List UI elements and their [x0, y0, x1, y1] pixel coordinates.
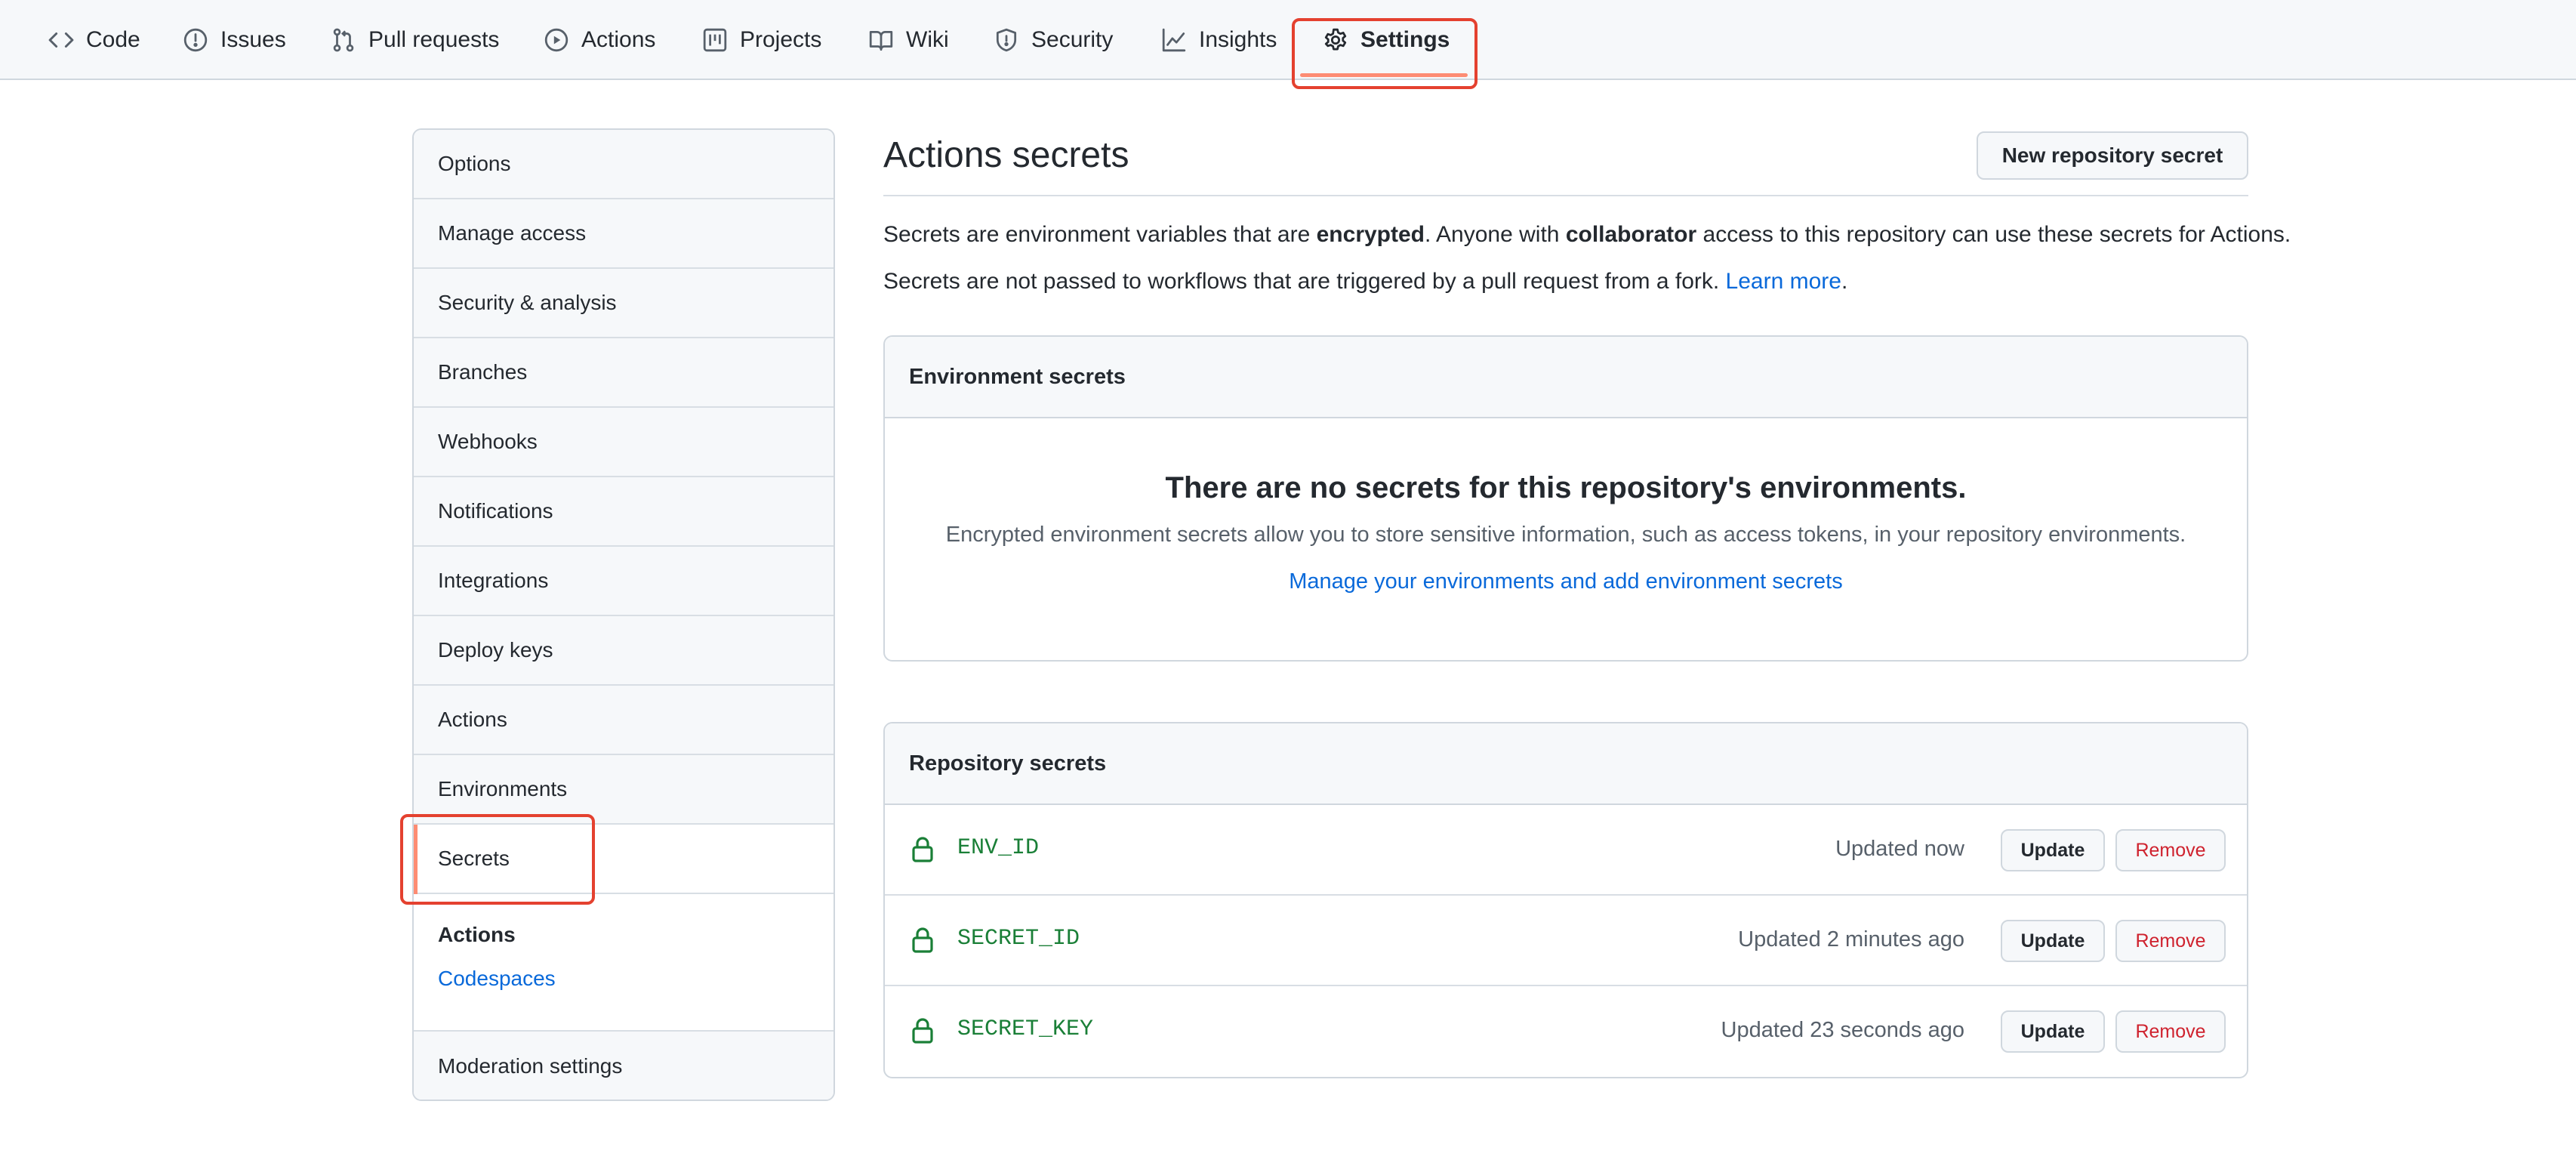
- sidebar-item-label: Actions: [438, 708, 507, 731]
- tab-wiki[interactable]: Wiki: [868, 0, 949, 80]
- code-icon: [48, 27, 74, 53]
- secrets-list: ENV_ID Updated now Update Remove SECRET_…: [885, 805, 2247, 1077]
- desc-bold-collaborator: collaborator: [1565, 222, 1697, 247]
- environment-secrets-box: Environment secrets There are no secrets…: [883, 335, 2248, 662]
- tab-label: Wiki: [906, 27, 949, 52]
- sidebar-item-label: Integrations: [438, 569, 549, 592]
- secret-updated: Updated 23 seconds ago: [1721, 1018, 1964, 1042]
- sidebar-item-integrations[interactable]: Integrations: [414, 547, 834, 616]
- tab-label: Pull requests: [368, 27, 500, 52]
- remove-secret-button[interactable]: Remove: [2115, 920, 2226, 962]
- secret-name: SECRET_ID: [957, 926, 1080, 952]
- secret-updated: Updated now: [1835, 837, 1964, 861]
- secret-row: SECRET_KEY Updated 23 seconds ago Update…: [885, 986, 2247, 1077]
- remove-secret-button[interactable]: Remove: [2115, 1010, 2226, 1053]
- settings-sidebar: Options Manage access Security & analysi…: [412, 128, 835, 1101]
- manage-environments-link[interactable]: Manage your environments and add environ…: [885, 569, 2247, 594]
- sidebar-item-moderation-settings[interactable]: Moderation settings: [414, 1032, 834, 1100]
- remove-secret-button[interactable]: Remove: [2115, 829, 2226, 871]
- sidebar-item-label: Webhooks: [438, 430, 538, 453]
- tab-label: Projects: [740, 27, 822, 52]
- empty-state-text: Encrypted environment secrets allow you …: [945, 523, 2186, 547]
- book-icon: [868, 27, 894, 53]
- sidebar-item-label: Notifications: [438, 499, 553, 523]
- page-title: Actions secrets: [883, 135, 1129, 175]
- sidebar-item-label: Manage access: [438, 221, 587, 245]
- tab-security[interactable]: Security: [994, 0, 1113, 80]
- desc-text: . Anyone with: [1425, 222, 1566, 247]
- tab-pull-requests[interactable]: Pull requests: [331, 0, 499, 80]
- tab-label: Issues: [220, 27, 286, 52]
- update-secret-button[interactable]: Update: [2001, 1010, 2105, 1053]
- fork-note: Secrets are not passed to workflows that…: [883, 269, 1847, 295]
- sidebar-item-branches[interactable]: Branches: [414, 338, 834, 408]
- sidebar-item-options[interactable]: Options: [414, 130, 834, 199]
- tab-insights[interactable]: Insights: [1161, 0, 1277, 80]
- sidebar-item-label: Deploy keys: [438, 638, 553, 662]
- issue-icon: [183, 27, 208, 53]
- secret-updated: Updated 2 minutes ago: [1738, 927, 1964, 952]
- repo-nav: Code Issues Pull requests Actions Projec…: [0, 0, 2576, 80]
- repository-secrets-box: Repository secrets ENV_ID Updated now Up…: [883, 722, 2248, 1078]
- desc-text: .: [1841, 269, 1848, 294]
- update-secret-button[interactable]: Update: [2001, 920, 2105, 962]
- desc-text: Secrets are not passed to workflows that…: [883, 269, 1726, 294]
- environment-secrets-heading: Environment secrets: [885, 337, 2247, 418]
- sidebar-item-label: Moderation settings: [438, 1054, 623, 1078]
- repository-secrets-heading: Repository secrets: [885, 723, 2247, 805]
- new-repository-secret-button[interactable]: New repository secret: [1977, 131, 2248, 180]
- tab-projects[interactable]: Projects: [702, 0, 821, 80]
- sidebar-item-label: Options: [438, 152, 511, 175]
- secret-name: SECRET_KEY: [957, 1016, 1094, 1042]
- sidebar-item-security-analysis[interactable]: Security & analysis: [414, 269, 834, 338]
- sidebar-item-manage-access[interactable]: Manage access: [414, 199, 834, 269]
- lock-icon: [912, 837, 933, 862]
- secret-row: ENV_ID Updated now Update Remove: [885, 805, 2247, 896]
- project-icon: [702, 27, 728, 53]
- empty-state-title: There are no secrets for this repository…: [1165, 471, 1967, 504]
- sidebar-item-label: Branches: [438, 360, 528, 384]
- sidebar-item-deploy-keys[interactable]: Deploy keys: [414, 616, 834, 686]
- desc-text: access to this repository can use these …: [1696, 222, 2291, 247]
- sidebar-item-webhooks[interactable]: Webhooks: [414, 408, 834, 477]
- secret-row: SECRET_ID Updated 2 minutes ago Update R…: [885, 896, 2247, 986]
- play-icon: [544, 27, 569, 53]
- lock-icon: [912, 927, 933, 953]
- lock-icon: [912, 1018, 933, 1044]
- submenu-heading-actions: Actions: [438, 923, 516, 946]
- learn-more-link[interactable]: Learn more: [1726, 269, 1841, 294]
- tab-label: Code: [86, 27, 140, 52]
- secrets-item-highlight: [400, 814, 595, 905]
- graph-icon: [1161, 27, 1187, 53]
- tab-label: Security: [1031, 27, 1114, 52]
- tab-actions[interactable]: Actions: [544, 0, 655, 80]
- shield-icon: [994, 27, 1019, 53]
- desc-text: Secrets are environment variables that a…: [883, 222, 1317, 247]
- tab-issues[interactable]: Issues: [183, 0, 286, 80]
- sidebar-item-label: Security & analysis: [438, 291, 617, 314]
- update-secret-button[interactable]: Update: [2001, 829, 2105, 871]
- settings-tab-highlight: [1292, 18, 1478, 89]
- desc-bold-encrypted: encrypted: [1316, 222, 1425, 247]
- sidebar-item-label: Environments: [438, 777, 568, 800]
- tab-label: Insights: [1199, 27, 1277, 52]
- submenu-link-codespaces[interactable]: Codespaces: [438, 967, 556, 991]
- sidebar-secrets-submenu: Actions Codespaces: [414, 894, 834, 1032]
- secrets-description: Secrets are environment variables that a…: [883, 222, 2291, 248]
- title-divider: [883, 195, 2248, 196]
- tab-label: Actions: [581, 27, 656, 52]
- tab-code[interactable]: Code: [48, 0, 140, 80]
- pull-request-icon: [331, 27, 356, 53]
- secret-name: ENV_ID: [957, 835, 1040, 861]
- sidebar-item-actions[interactable]: Actions: [414, 686, 834, 755]
- sidebar-item-notifications[interactable]: Notifications: [414, 477, 834, 547]
